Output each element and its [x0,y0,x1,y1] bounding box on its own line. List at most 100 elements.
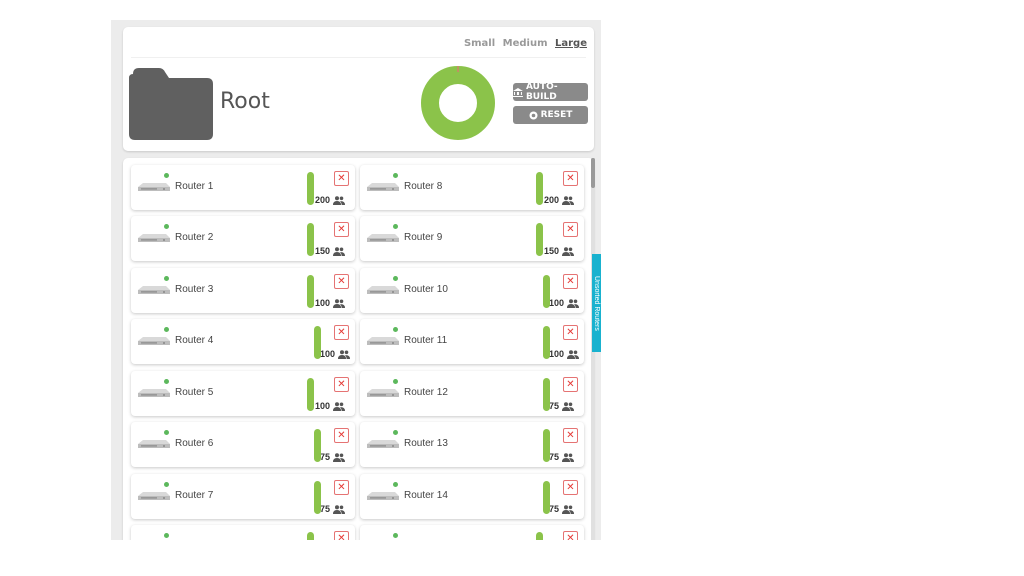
capacity-bar [307,378,314,411]
user-count: 75 [549,504,575,514]
router-card[interactable]: Router 1 200 ✕ [131,165,355,210]
capacity-bar [307,532,314,540]
router-card[interactable]: Router 9 150 ✕ [360,216,584,261]
capacity-bar [307,172,314,205]
router-icon [367,492,399,500]
router-card[interactable]: Router 5 100 ✕ [131,371,355,416]
remove-router-button[interactable]: ✕ [563,480,578,495]
router-icon [367,389,399,397]
router-manager: Small Medium Large Root AUTO-BUILD RESET… [111,20,601,540]
close-icon: ✕ [566,533,575,540]
unsorted-routers-tab-label: Unsorted Routers [593,275,600,331]
router-name: Router 5 [175,387,214,398]
remove-router-button[interactable]: ✕ [334,222,349,237]
users-icon [333,504,346,514]
capacity-bar [543,275,550,308]
scroll-thumb[interactable] [591,158,595,188]
router-name: Router 14 [404,490,448,501]
capacity-bar [543,378,550,411]
router-icon [367,183,399,191]
close-icon: ✕ [566,430,575,441]
remove-router-button[interactable]: ✕ [563,325,578,340]
router-card[interactable]: Router 7 75 ✕ [131,474,355,519]
status-dot [164,533,169,538]
status-dot [164,482,169,487]
router-card[interactable]: Router 10 100 ✕ [360,268,584,313]
close-icon: ✕ [337,173,346,184]
router-name: Router 12 [404,387,448,398]
close-icon: ✕ [566,224,575,235]
router-name: Router 8 [404,181,443,192]
users-icon [562,504,575,514]
router-card[interactable]: Router 4 100 ✕ [131,319,355,364]
close-icon: ✕ [337,224,346,235]
router-card[interactable]: Router 14 75 ✕ [360,474,584,519]
users-icon [562,195,575,205]
router-card[interactable]: Router 11 100 ✕ [360,319,584,364]
remove-router-button[interactable]: ✕ [334,531,349,540]
size-large-link[interactable]: Large [555,38,587,49]
close-icon: ✕ [566,276,575,287]
reset-button[interactable]: RESET [513,106,588,124]
capacity-bar [307,275,314,308]
status-dot [164,173,169,178]
user-count: 150 [544,246,575,256]
router-card[interactable]: Router 13 75 ✕ [360,422,584,467]
router-card[interactable]: Router 8 200 ✕ [360,165,584,210]
router-card[interactable]: Router 12 75 ✕ [360,371,584,416]
header-card: Small Medium Large Root AUTO-BUILD RESET [123,27,594,151]
router-name: Router 10 [404,284,448,295]
router-icon [367,286,399,294]
remove-router-button[interactable]: ✕ [563,428,578,443]
router-card[interactable]: Router 2 150 ✕ [131,216,355,261]
router-icon [138,234,170,242]
users-icon [333,246,346,256]
user-count: 150 [315,246,346,256]
reset-icon [529,111,538,119]
status-dot [393,430,398,435]
router-card[interactable]: ✕ [131,525,355,540]
user-count-value: 100 [315,401,331,411]
router-name: Router 1 [175,181,214,192]
router-name: Router 13 [404,438,448,449]
user-count-value: 200 [315,195,331,205]
size-switcher: Small Medium Large [460,38,587,49]
user-count: 75 [320,452,346,462]
capacity-bar [543,326,550,359]
router-card[interactable]: Router 3 100 ✕ [131,268,355,313]
remove-router-button[interactable]: ✕ [563,377,578,392]
remove-router-button[interactable]: ✕ [334,428,349,443]
router-icon [138,286,170,294]
status-dot [393,173,398,178]
remove-router-button[interactable]: ✕ [563,531,578,540]
router-icon [367,440,399,448]
user-count-value: 75 [549,504,560,514]
remove-router-button[interactable]: ✕ [563,222,578,237]
user-count: 75 [549,452,575,462]
capacity-bar [307,223,314,256]
size-medium-link[interactable]: Medium [503,38,548,49]
capacity-donut [421,66,495,140]
reset-label: RESET [540,110,573,120]
unsorted-routers-tab[interactable]: Unsorted Routers [592,254,601,352]
remove-router-button[interactable]: ✕ [334,325,349,340]
status-dot [393,482,398,487]
close-icon: ✕ [566,379,575,390]
remove-router-button[interactable]: ✕ [334,274,349,289]
router-name: Router 7 [175,490,214,501]
close-icon: ✕ [566,482,575,493]
size-small-link[interactable]: Small [464,38,495,49]
remove-router-button[interactable]: ✕ [334,377,349,392]
auto-build-button[interactable]: AUTO-BUILD [513,82,588,102]
router-list[interactable]: Router 1 200 ✕ Router 8 200 ✕ Router 2 150 ✕ Rout… [123,158,594,540]
remove-router-button[interactable]: ✕ [563,274,578,289]
remove-router-button[interactable]: ✕ [334,480,349,495]
user-count-value: 75 [549,452,560,462]
router-name: Router 11 [404,335,448,346]
remove-router-button[interactable]: ✕ [334,171,349,186]
remove-router-button[interactable]: ✕ [563,171,578,186]
close-icon: ✕ [337,482,346,493]
close-icon: ✕ [337,379,346,390]
router-card[interactable]: ✕ [360,525,584,540]
router-card[interactable]: Router 6 75 ✕ [131,422,355,467]
